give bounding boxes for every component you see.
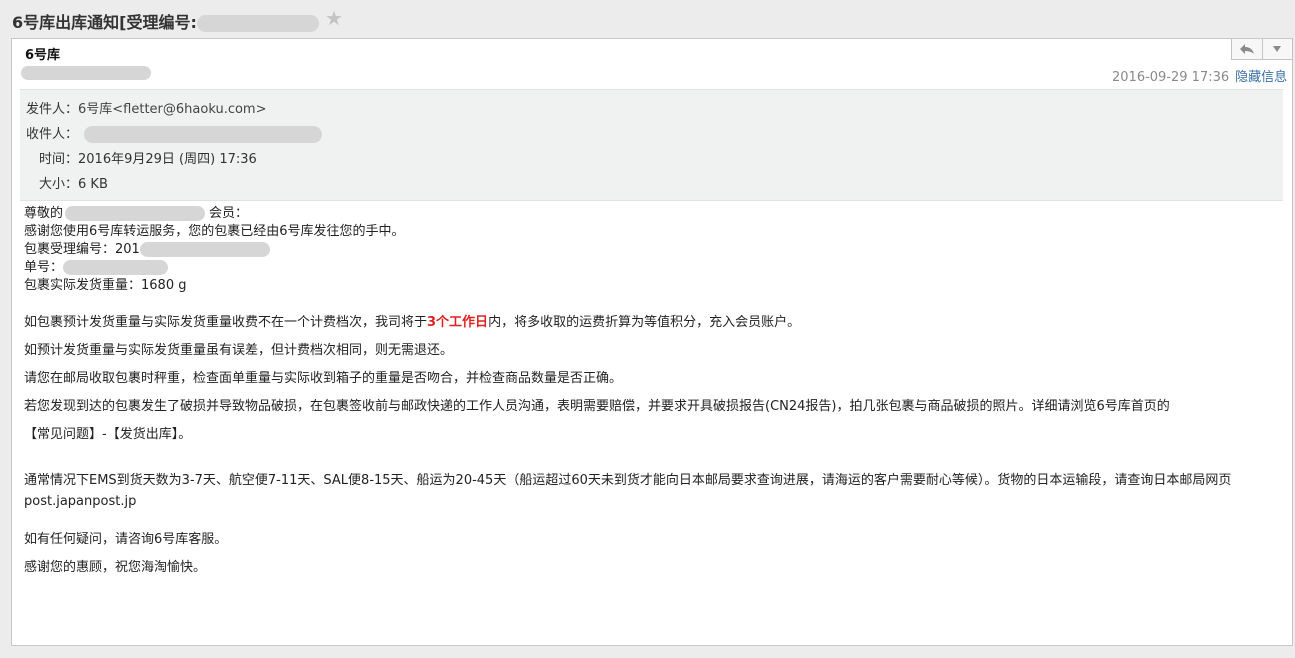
weight-line: 包裹实际发货重量：1680 g <box>24 278 187 293</box>
email-subject: 6号库出库通知[受理编号: <box>12 9 319 33</box>
time-value: 2016年9月29日 (周四) 17:36 <box>78 152 257 167</box>
greeting-suffix: 会员： <box>209 206 249 221</box>
contact-paragraph: 如有任何疑问，请咨询6号库客服。 <box>24 532 228 547</box>
star-icon[interactable]: ★ <box>325 6 343 30</box>
redacted-sender-address <box>21 66 151 80</box>
subject-text: 6号库出库通知[受理编号: <box>12 13 197 32</box>
refund-text-after: 内，将多收取的运费折算为等值积分，充入会员账户。 <box>488 315 801 330</box>
damage-paragraph: 若您发现到达的包裹发生了破损并导致物品破损，在包裹签收前与邮政快递的工作人员沟通… <box>24 399 1170 414</box>
tracking-number-line: 单号： <box>24 259 169 277</box>
refund-text-before: 如包裹预计发货重量与实际发货重量收费不在一个计费档次，我司将于 <box>24 315 428 330</box>
delivery-time-paragraph: 通常情况下EMS到货天数为3-7天、航空便7-11天、SAL便8-15天、船运为… <box>24 473 1232 509</box>
from-value[interactable]: 6号库<fletter@6haoku.com> <box>78 102 266 117</box>
time-row: 时间：2016年9月29日 (周四) 17:36 <box>39 148 257 167</box>
accept-number-text: 包裹受理编号：201 <box>24 242 140 257</box>
closing-paragraph: 感谢您的惠顾，祝您海淘愉快。 <box>24 560 207 575</box>
redacted-accept-number-body <box>139 242 270 257</box>
size-value: 6 KB <box>78 177 108 192</box>
time-label: 时间： <box>39 152 79 167</box>
weigh-check-paragraph: 请您在邮局收取包裹时秤重，检查面单重量与实际收到箱子的重量是否吻合，并检查商品数… <box>24 371 623 386</box>
chevron-down-icon[interactable] <box>1261 39 1293 59</box>
refund-paragraph: 如包裹预计发货重量与实际发货重量收费不在一个计费档次，我司将于3个工作日内，将多… <box>24 314 800 332</box>
to-label: 收件人： <box>26 127 79 142</box>
to-row: 收件人： <box>26 123 323 143</box>
greeting-line: 尊敬的 会员： <box>24 205 248 223</box>
hide-info-link[interactable]: 隐藏信息 <box>1235 70 1287 85</box>
faq-links[interactable]: 【常见问题】-【发货出库】。 <box>24 426 191 444</box>
from-label: 发件人： <box>26 102 79 117</box>
message-date: 2016-09-29 17:36 隐藏信息 <box>1112 66 1287 85</box>
redacted-recipient <box>84 126 323 143</box>
title-bar: 6号库出库通知[受理编号: ★ <box>0 0 1295 38</box>
redacted-tracking-number <box>63 260 169 275</box>
message-panel: 6号库 2016-09-29 17:36 隐藏信息 发件人：6号库<fletter… <box>11 38 1293 646</box>
redacted-member-name <box>65 206 206 221</box>
message-actions <box>1231 39 1293 60</box>
reply-icon[interactable] <box>1232 39 1262 59</box>
date-text: 2016-09-29 17:36 <box>1112 70 1230 85</box>
refund-highlight: 3个工作日 <box>427 315 489 330</box>
sender-name: 6号库 <box>25 48 61 63</box>
accept-number-line: 包裹受理编号：201 <box>24 241 270 259</box>
size-row: 大小：6 KB <box>39 173 108 192</box>
same-tier-paragraph: 如预计发货重量与实际发货重量虽有误差，但计费档次相同，则无需退还。 <box>24 343 454 358</box>
from-row: 发件人：6号库<fletter@6haoku.com> <box>26 98 267 117</box>
message-meta: 发件人：6号库<fletter@6haoku.com> 收件人： 时间：2016… <box>20 89 1283 201</box>
greeting-prefix: 尊敬的 <box>24 206 64 221</box>
size-label: 大小： <box>39 177 79 192</box>
redacted-accept-number <box>196 15 319 32</box>
tracking-number-text: 单号： <box>24 260 64 275</box>
thanks-line: 感谢您使用6号库转运服务，您的包裹已经由6号库发往您的手中。 <box>24 224 405 239</box>
